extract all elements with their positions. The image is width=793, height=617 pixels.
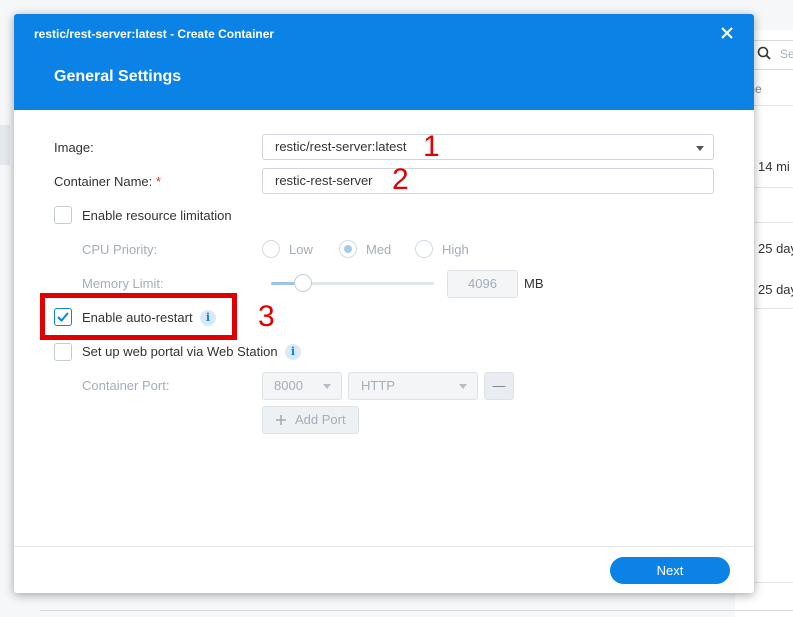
annotation-number: 1 bbox=[423, 130, 440, 163]
cpu-high-radio[interactable] bbox=[415, 240, 433, 258]
create-container-dialog: restic/rest-server:latest - Create Conta… bbox=[14, 14, 754, 593]
sidebar-selected-item bbox=[0, 125, 10, 165]
divider bbox=[40, 610, 793, 611]
cpu-high-label: High bbox=[442, 242, 469, 257]
info-icon[interactable]: i bbox=[285, 344, 301, 360]
search-icon bbox=[757, 46, 771, 60]
table-row[interactable]: 25 day bbox=[758, 282, 793, 297]
container-name-value: restic-rest-server bbox=[275, 173, 373, 188]
chevron-down-icon bbox=[696, 146, 704, 151]
annotation-number: 3 bbox=[258, 300, 275, 333]
memory-value: 4096 bbox=[468, 276, 497, 291]
chevron-down-icon bbox=[323, 384, 331, 389]
minus-icon: — bbox=[492, 378, 506, 393]
container-port-label: Container Port: bbox=[82, 378, 170, 393]
plus-icon bbox=[276, 415, 286, 425]
cpu-low-radio[interactable] bbox=[262, 240, 280, 258]
dialog-header: restic/rest-server:latest - Create Conta… bbox=[14, 14, 754, 110]
protocol-select[interactable]: HTTP bbox=[348, 372, 478, 400]
dialog-footer-divider bbox=[14, 546, 754, 547]
image-select-value: restic/rest-server:latest bbox=[275, 139, 407, 154]
remove-port-button[interactable]: — bbox=[484, 372, 514, 400]
resource-limit-label: Enable resource limitation bbox=[82, 208, 232, 223]
container-name-label: Container Name: * bbox=[54, 174, 161, 189]
memory-unit: MB bbox=[524, 276, 544, 291]
memory-value-field[interactable]: 4096 bbox=[447, 270, 518, 298]
table-row[interactable]: 25 day bbox=[758, 241, 793, 256]
add-port-label: Add Port bbox=[295, 412, 346, 427]
image-select[interactable]: restic/rest-server:latest bbox=[262, 134, 714, 160]
container-name-label-text: Container Name: bbox=[54, 174, 153, 189]
web-portal-checkbox[interactable] bbox=[54, 343, 72, 361]
web-portal-label: Set up web portal via Web Station bbox=[82, 344, 278, 359]
port-value: 8000 bbox=[274, 378, 303, 393]
highlight-box bbox=[40, 293, 237, 340]
protocol-value: HTTP bbox=[361, 378, 395, 393]
close-icon[interactable] bbox=[718, 24, 736, 42]
port-select[interactable]: 8000 bbox=[262, 372, 342, 400]
image-label: Image: bbox=[54, 140, 94, 155]
table-row[interactable]: 14 mi bbox=[758, 159, 790, 174]
memory-slider-handle[interactable] bbox=[294, 274, 312, 292]
resource-limit-checkbox[interactable] bbox=[54, 206, 72, 224]
cpu-low-label: Low bbox=[289, 242, 313, 257]
required-mark: * bbox=[155, 174, 161, 189]
page-title: General Settings bbox=[54, 68, 182, 85]
cpu-priority-label: CPU Priority: bbox=[82, 242, 158, 257]
search-placeholder: Se bbox=[780, 47, 793, 61]
annotation-number: 2 bbox=[392, 163, 409, 196]
container-name-field[interactable]: restic-rest-server bbox=[262, 168, 714, 194]
next-button[interactable]: Next bbox=[610, 557, 730, 584]
chevron-down-icon bbox=[459, 384, 467, 389]
dialog-title: restic/rest-server:latest - Create Conta… bbox=[34, 27, 275, 41]
memory-limit-label: Memory Limit: bbox=[82, 276, 164, 291]
cpu-med-label: Med bbox=[366, 242, 392, 257]
cpu-med-radio[interactable] bbox=[339, 240, 357, 258]
search-field[interactable]: Se bbox=[752, 40, 793, 70]
add-port-button[interactable]: Add Port bbox=[262, 406, 359, 434]
